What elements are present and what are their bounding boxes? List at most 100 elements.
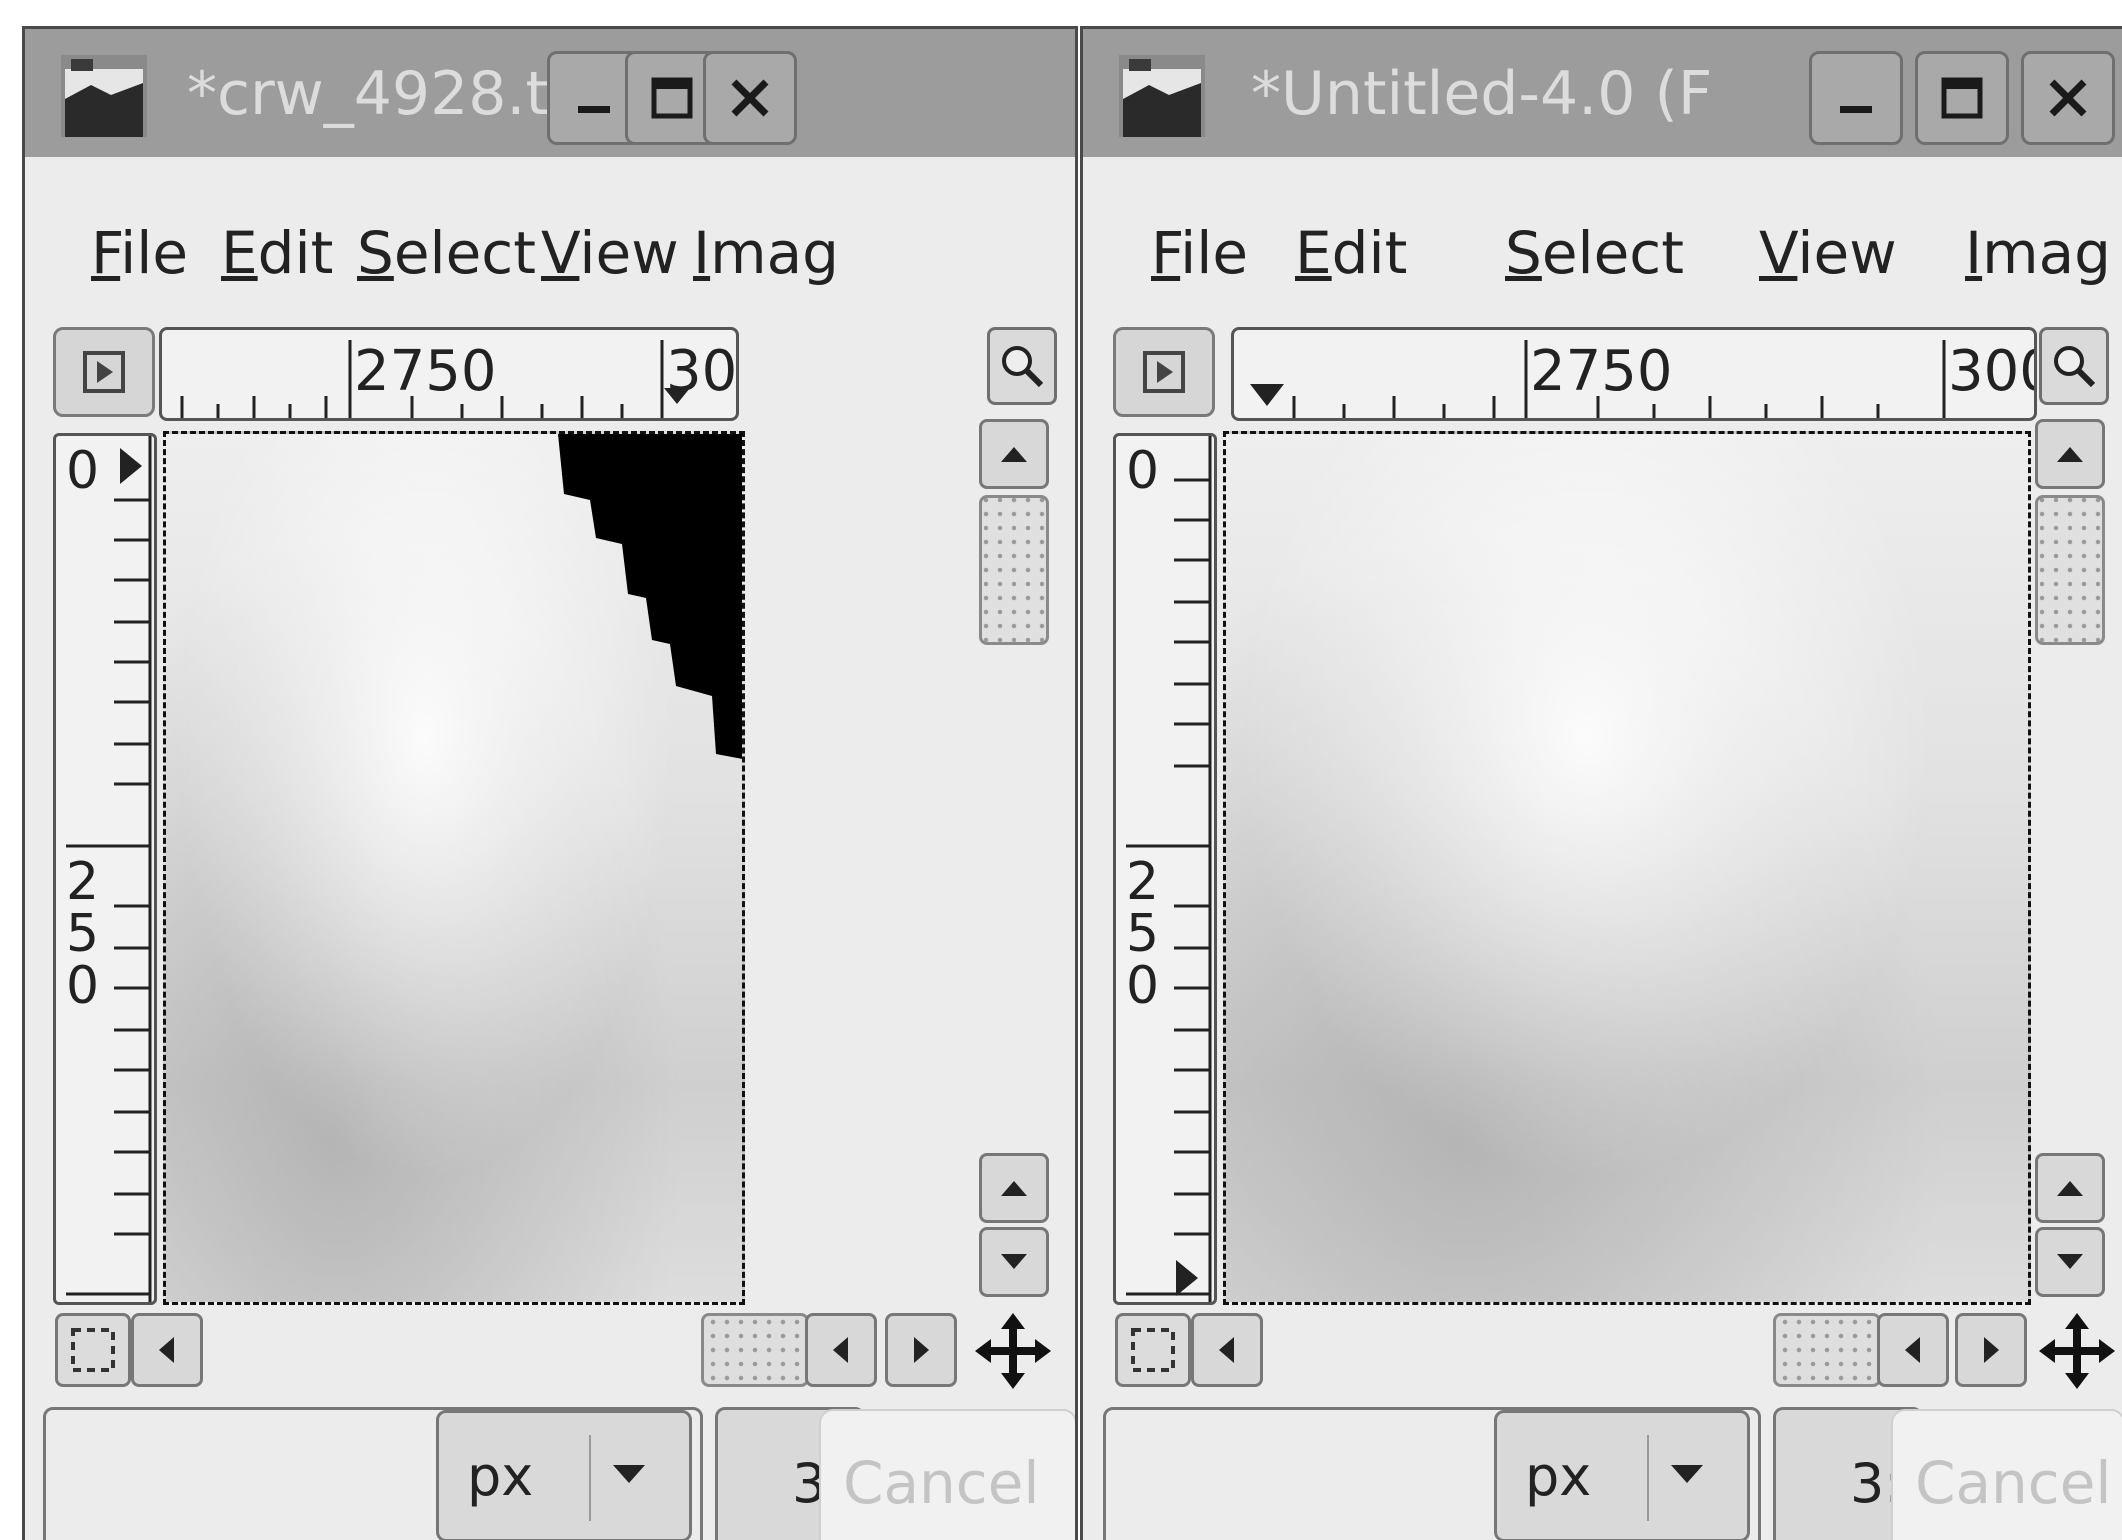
image-canvas[interactable] xyxy=(1223,431,2031,1305)
menu-mnemonic: I xyxy=(693,219,711,287)
minimize-button[interactable] xyxy=(1809,51,1903,145)
selection-mask-region xyxy=(558,434,742,759)
scroll-left-button[interactable] xyxy=(131,1313,203,1387)
right-arrow-icon xyxy=(914,1337,929,1363)
image-window-untitled-4: *Untitled-4.0 (F File Edit Select View I… xyxy=(1080,26,2122,1540)
vruler-label-250: 250 xyxy=(66,852,100,1016)
menu-mnemonic: V xyxy=(541,219,580,287)
unit-selector[interactable]: px xyxy=(436,1410,692,1540)
scroll-up-button-2[interactable] xyxy=(979,1153,1049,1223)
left-arrow-icon xyxy=(159,1337,174,1363)
menu-edit[interactable]: Edit xyxy=(1295,221,1407,285)
chevron-down-icon xyxy=(1671,1465,1703,1483)
menu-image[interactable]: Imag xyxy=(1965,221,2111,285)
quick-mask-icon xyxy=(71,1328,115,1372)
horizontal-scroll-thumb[interactable] xyxy=(701,1313,809,1387)
close-icon xyxy=(2049,79,2087,117)
close-button[interactable] xyxy=(2021,51,2115,145)
navigate-button[interactable] xyxy=(1113,327,1215,417)
zoom-button[interactable] xyxy=(2039,327,2109,405)
zoom-icon xyxy=(1002,346,1044,388)
menu-mnemonic: S xyxy=(357,219,394,287)
scroll-left-button[interactable] xyxy=(1191,1313,1263,1387)
right-arrow-icon xyxy=(1984,1337,1999,1363)
menu-label: ile xyxy=(120,219,189,287)
ruler-label-2750: 2750 xyxy=(354,339,497,404)
horizontal-ruler[interactable]: 2750 300 xyxy=(159,327,739,421)
gimp-wilber-icon xyxy=(1119,55,1205,137)
vruler-label-0: 0 xyxy=(1126,441,1160,501)
menu-mnemonic: I xyxy=(1965,219,1983,287)
cancel-label: Cancel xyxy=(843,1449,1040,1517)
menu-label: mag xyxy=(710,219,839,287)
vertical-scrollbar[interactable] xyxy=(2035,419,2107,1301)
menu-select[interactable]: Select xyxy=(1505,221,1684,285)
scroll-down-button[interactable] xyxy=(979,1227,1049,1297)
menu-file[interactable]: File xyxy=(91,221,188,285)
scroll-left-button-2[interactable] xyxy=(1877,1313,1949,1387)
title-bar[interactable]: *crw_4928.tif-: xyxy=(25,29,1075,157)
up-arrow-icon xyxy=(2057,1181,2083,1196)
menu-label: dit xyxy=(257,219,334,287)
vruler-label-0: 0 xyxy=(66,441,100,501)
unit-label: px xyxy=(467,1445,534,1508)
quick-mask-toggle[interactable] xyxy=(55,1313,131,1387)
menu-file[interactable]: File xyxy=(1151,221,1248,285)
menu-select[interactable]: Select xyxy=(357,221,536,285)
menu-label: elect xyxy=(1541,219,1684,287)
close-icon xyxy=(731,79,769,117)
ruler-label-300: 300 xyxy=(1948,339,2034,404)
chevron-down-icon xyxy=(613,1465,645,1483)
menu-mnemonic: E xyxy=(221,219,258,287)
up-arrow-icon xyxy=(2057,447,2083,462)
move-icon[interactable] xyxy=(2037,1311,2117,1391)
zoom-button[interactable] xyxy=(987,327,1057,405)
cancel-button[interactable]: Cancel xyxy=(819,1409,1075,1540)
scroll-up-button[interactable] xyxy=(979,419,1049,489)
vertical-scrollbar[interactable] xyxy=(977,419,1051,1301)
menu-mnemonic: F xyxy=(1151,219,1181,287)
scroll-down-button[interactable] xyxy=(2035,1227,2105,1297)
status-bar: px 3: Cancel xyxy=(1083,1399,2122,1540)
menu-image[interactable]: Imag xyxy=(693,221,839,285)
scroll-thumb[interactable] xyxy=(979,495,1049,645)
menu-mnemonic: S xyxy=(1505,219,1542,287)
up-arrow-icon xyxy=(1001,447,1027,462)
menu-view[interactable]: View xyxy=(541,221,679,285)
unit-selector[interactable]: px xyxy=(1494,1410,1750,1540)
left-arrow-icon xyxy=(833,1337,848,1363)
combo-separator xyxy=(1647,1435,1649,1521)
zoom-icon xyxy=(2054,346,2096,388)
navigate-icon xyxy=(83,351,125,393)
bottom-controls xyxy=(25,1309,1075,1395)
bottom-controls xyxy=(1083,1309,2122,1395)
vertical-ruler[interactable]: 0 250 xyxy=(53,433,157,1305)
menu-label: iew xyxy=(579,219,679,287)
ruler-label-2750: 2750 xyxy=(1530,339,1673,404)
scroll-right-button[interactable] xyxy=(885,1313,957,1387)
scroll-thumb[interactable] xyxy=(2035,495,2105,645)
menu-label: mag xyxy=(1982,219,2111,287)
scroll-up-button-2[interactable] xyxy=(2035,1153,2105,1223)
image-canvas[interactable] xyxy=(163,431,745,1305)
pointer-coords-field: px xyxy=(43,1407,703,1540)
navigate-button[interactable] xyxy=(53,327,155,417)
quick-mask-toggle[interactable] xyxy=(1115,1313,1191,1387)
menu-edit[interactable]: Edit xyxy=(221,221,333,285)
scroll-right-button[interactable] xyxy=(1955,1313,2027,1387)
menu-label: iew xyxy=(1797,219,1897,287)
scroll-left-button-2[interactable] xyxy=(805,1313,877,1387)
cancel-label: Cancel xyxy=(1915,1449,2112,1517)
vertical-ruler[interactable]: 0 250 xyxy=(1113,433,1217,1305)
title-bar[interactable]: *Untitled-4.0 (F xyxy=(1083,29,2122,157)
move-icon[interactable] xyxy=(973,1311,1053,1391)
close-button[interactable] xyxy=(703,51,797,145)
scroll-up-button[interactable] xyxy=(2035,419,2105,489)
status-bar: px 3 Cancel xyxy=(25,1399,1075,1540)
maximize-button[interactable] xyxy=(1915,51,2009,145)
horizontal-ruler[interactable]: 2750 300 xyxy=(1231,327,2037,421)
horizontal-scroll-thumb[interactable] xyxy=(1773,1313,1881,1387)
menu-view[interactable]: View xyxy=(1759,221,1897,285)
menu-bar: File Edit Select View Imag xyxy=(1083,157,2122,305)
cancel-button[interactable]: Cancel xyxy=(1891,1409,2122,1540)
